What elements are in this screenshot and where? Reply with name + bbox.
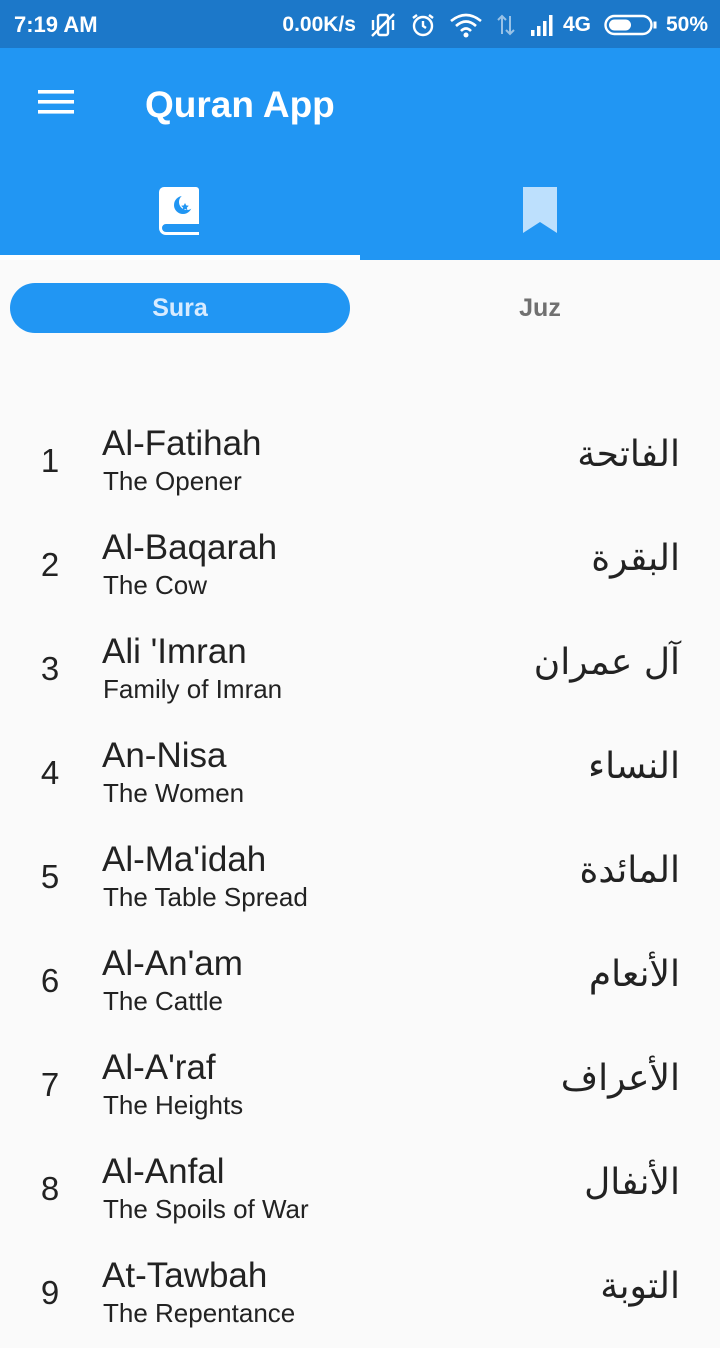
sura-arabic-name: الأنفال [584,1162,680,1203]
selected-tab-indicator [0,255,360,260]
sura-list-item[interactable]: 7 Al-A'raf The Heights الأعراف [0,1036,720,1140]
sura-number: 2 [40,546,60,583]
sura-name: Al-An'am [102,944,243,983]
sura-number: 4 [40,754,60,791]
sura-list-item[interactable]: 9 At-Tawbah The Repentance التوبة [0,1244,720,1348]
battery-icon [604,13,658,37]
sura-translation: The Spoils of War [103,1194,309,1224]
app-bar: Quran App [0,48,720,260]
juz-segment-button[interactable]: Juz [370,283,710,333]
sura-number: 8 [40,1170,60,1207]
sura-number: 1 [40,442,60,479]
hamburger-menu-icon [37,89,75,120]
battery-percent: 50% [665,13,708,36]
sura-arabic-name: الأعراف [560,1058,680,1099]
sura-translation: The Opener [103,466,242,496]
sura-translation: The Cow [103,570,208,600]
sura-list-item[interactable]: 1 Al-Fatihah The Opener الفاتحة [0,412,720,516]
sura-arabic-name: الأنعام [588,954,680,995]
sura-list-item[interactable]: 8 Al-Anfal The Spoils of War الأنفال [0,1140,720,1244]
sura-name: Al-Anfal [102,1152,225,1191]
sura-arabic-name: آل عمران [533,642,680,683]
sura-number: 5 [40,858,60,895]
sura-name: Al-A'raf [102,1048,216,1087]
alarm-icon [410,12,436,38]
sura-translation: The Table Spread [103,882,308,912]
sura-name: Al-Ma'idah [102,840,267,879]
sura-name: At-Tawbah [102,1256,268,1295]
sura-segment-button[interactable]: Sura [10,283,350,333]
app-title: Quran App [145,84,335,125]
sura-number: 7 [40,1066,60,1103]
tab-quran[interactable] [0,164,360,260]
sura-arabic-name: الفاتحة [577,434,680,475]
tab-bookmarks[interactable] [360,164,720,260]
status-icons: 0.00K/s 4G 50% [282,12,708,38]
sura-list-item[interactable]: 2 Al-Baqarah The Cow البقرة [0,516,720,620]
network-type: 4G [562,13,591,36]
sura-list: 1 Al-Fatihah The Opener الفاتحة 2 Al-Baqarah T… [0,412,720,1348]
sura-arabic-name: المائدة [579,850,680,891]
signal-icon [529,12,557,38]
sura-name: Al-Baqarah [102,528,278,567]
sura-list-item[interactable]: 6 Al-An'am The Cattle الأنعام [0,932,720,1036]
status-bar: 7:19 AM 0.00K/s 4G 50% [0,0,720,48]
bookmark-icon [521,185,559,240]
wifi-icon [449,12,483,38]
sura-arabic-name: البقرة [591,538,680,579]
sura-name: Ali 'Imran [102,632,247,671]
sura-translation: Family of Imran [103,674,283,704]
menu-button[interactable] [22,72,90,136]
vibrate-off-icon [369,12,397,38]
sura-list-item[interactable]: 4 An-Nisa The Women النساء [0,724,720,828]
sura-list-item[interactable]: 5 Al-Ma'idah The Table Spread المائدة [0,828,720,932]
sura-translation: The Women [103,778,245,808]
sura-translation: The Heights [103,1090,244,1120]
sura-number: 6 [40,962,60,999]
sura-translation: The Repentance [103,1298,296,1328]
sura-arabic-name: التوبة [600,1266,680,1307]
quran-book-icon [158,185,202,240]
sura-number: 3 [40,650,60,687]
sura-translation: The Cattle [103,986,223,1016]
sura-name: Al-Fatihah [102,424,262,463]
sura-name: An-Nisa [102,736,227,775]
sura-arabic-name: النساء [588,746,680,787]
status-time: 7:19 AM [14,12,98,37]
net-speed: 0.00K/s [282,13,356,36]
sura-list-item[interactable]: 3 Ali 'Imran Family of Imran آل عمران [0,620,720,724]
data-transfer-icon [496,12,516,38]
